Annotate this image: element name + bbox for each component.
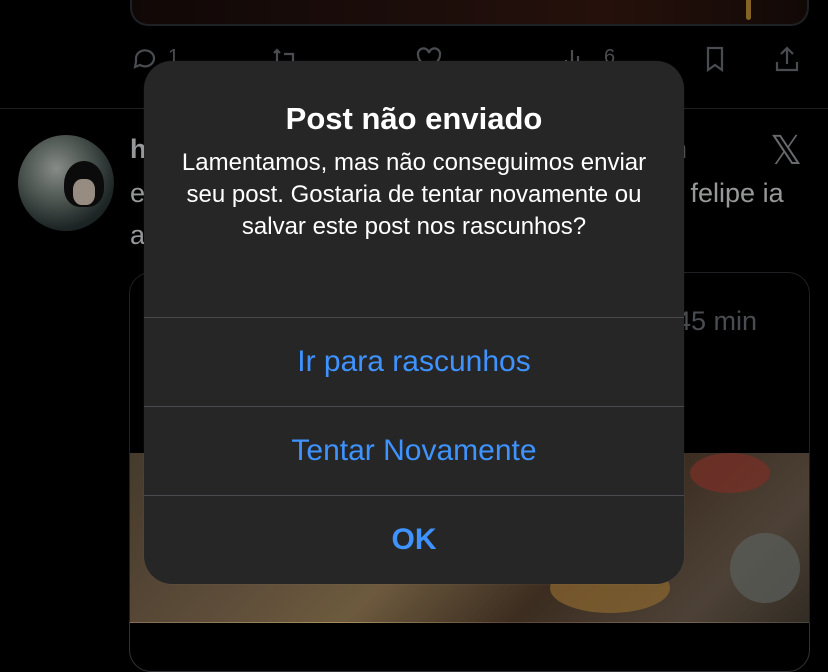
alert-title: Post não enviado	[285, 101, 543, 136]
retry-button[interactable]: Tentar Novamente	[144, 407, 684, 495]
alert-dialog: Post não enviado Lamentamos, mas não con…	[144, 61, 684, 584]
alert-message: Lamentamos, mas não conseguimos enviar s…	[181, 149, 647, 240]
go-to-drafts-button[interactable]: Ir para rascunhos	[144, 318, 684, 406]
ok-button[interactable]: OK	[144, 496, 684, 584]
